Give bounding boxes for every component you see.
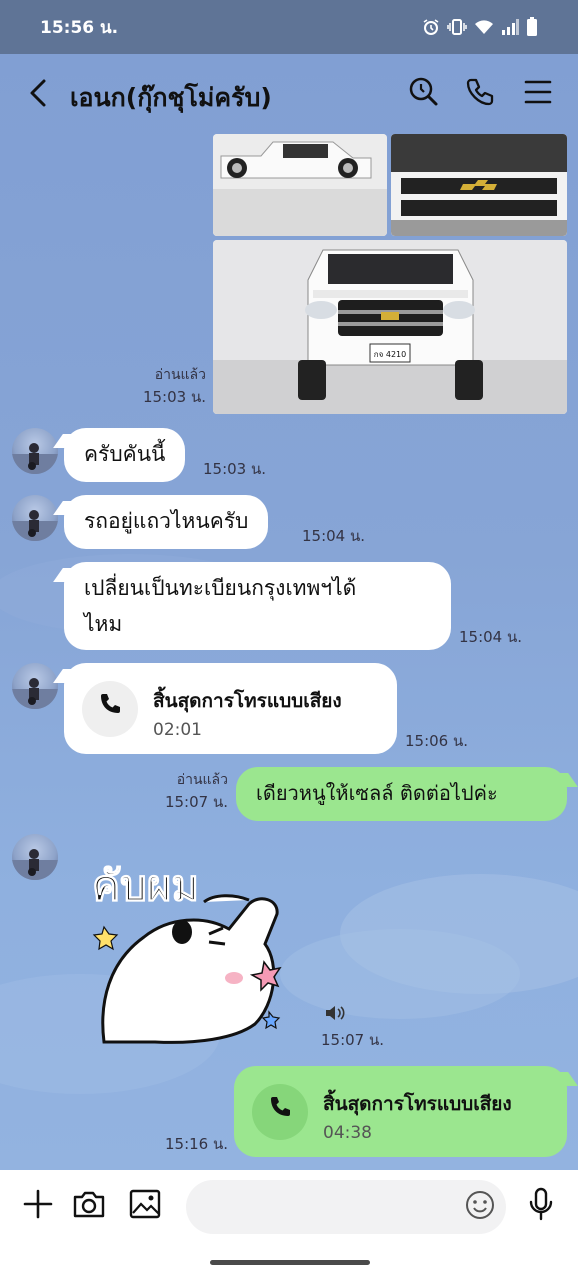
message-text-line: ไหม bbox=[84, 612, 123, 636]
message-time: 15:07 น. bbox=[321, 1031, 385, 1049]
menu-icon bbox=[524, 79, 552, 109]
message-bubble[interactable]: รถอยู่แถวไหนครับ bbox=[64, 495, 269, 549]
plus-icon bbox=[23, 1189, 53, 1223]
home-indicator[interactable] bbox=[210, 1260, 370, 1265]
message-time: 15:03 น. bbox=[142, 388, 206, 406]
wifi-icon bbox=[474, 19, 494, 35]
call-bubble-outgoing[interactable]: สิ้นสุดการโทรแบบเสียง 04:38 bbox=[234, 1066, 567, 1157]
vibrate-icon bbox=[447, 18, 467, 36]
message-time: 15:04 น. bbox=[302, 527, 366, 545]
phone-icon bbox=[268, 1094, 292, 1130]
search-icon bbox=[409, 77, 439, 111]
message-bubble[interactable]: ครับคันนี้ bbox=[64, 428, 186, 482]
message-input[interactable] bbox=[186, 1180, 506, 1234]
phone-icon bbox=[98, 691, 122, 727]
message-time: 15:04 น. bbox=[459, 628, 523, 646]
car-photo-front[interactable]: กจ 4210 bbox=[213, 240, 567, 414]
add-button[interactable] bbox=[18, 1186, 58, 1226]
car-photo-engine[interactable] bbox=[391, 134, 567, 236]
contact-avatar[interactable] bbox=[12, 663, 58, 709]
image-icon bbox=[129, 1189, 161, 1223]
message-text: เดียวหนูให้เซลล์ ติดต่อไปค่ะ bbox=[256, 781, 498, 805]
sound-icon[interactable] bbox=[324, 1004, 346, 1026]
camera-button[interactable] bbox=[69, 1186, 109, 1226]
call-bubble[interactable]: สิ้นสุดการโทรแบบเสียง 02:01 bbox=[64, 663, 397, 754]
message-time: 15:16 น. bbox=[165, 1135, 229, 1153]
emoji-icon bbox=[464, 1189, 496, 1225]
phone-icon bbox=[465, 77, 495, 111]
message-bubble[interactable]: เปลี่ยนเป็นทะเบียนกรุงเทพฯได้ ไหม bbox=[64, 562, 451, 650]
car-photo-side[interactable] bbox=[213, 134, 387, 236]
call-button[interactable] bbox=[462, 76, 498, 112]
message-time: 15:03 น. bbox=[203, 460, 267, 478]
read-receipt: อ่านแล้ว bbox=[176, 772, 228, 788]
contact-avatar[interactable] bbox=[12, 428, 58, 474]
gallery-button[interactable] bbox=[125, 1186, 165, 1226]
message-text: ครับคันนี้ bbox=[84, 442, 166, 466]
message-time: 15:07 น. bbox=[164, 793, 228, 811]
contact-avatar[interactable] bbox=[12, 495, 58, 541]
call-duration: 02:01 bbox=[153, 720, 202, 740]
photos-meta: อ่านแล้ว 15:03 น. bbox=[130, 364, 206, 408]
status-bar: 15:56 น. bbox=[0, 0, 578, 54]
call-icon-circle bbox=[82, 681, 138, 737]
read-receipt: อ่านแล้ว bbox=[154, 367, 206, 383]
back-button[interactable] bbox=[22, 78, 54, 112]
status-icons bbox=[422, 17, 538, 37]
call-duration: 04:38 bbox=[323, 1123, 372, 1143]
back-arrow-icon bbox=[28, 78, 48, 112]
battery-icon bbox=[526, 17, 538, 37]
license-plate: กจ 4210 bbox=[374, 350, 406, 359]
alarm-icon bbox=[422, 18, 440, 36]
voice-button[interactable] bbox=[521, 1186, 561, 1226]
reply-meta: อ่านแล้ว 15:07 น. bbox=[150, 769, 228, 813]
camera-icon bbox=[72, 1189, 106, 1223]
search-button[interactable] bbox=[406, 76, 442, 112]
message-time: 15:06 น. bbox=[405, 732, 469, 750]
signal-icon bbox=[501, 19, 519, 35]
status-time: 15:56 น. bbox=[40, 17, 119, 38]
message-text-line: เปลี่ยนเป็นทะเบียนกรุงเทพฯได้ bbox=[84, 576, 357, 600]
call-icon-circle bbox=[252, 1084, 308, 1140]
emoji-button[interactable] bbox=[460, 1187, 500, 1227]
message-text: รถอยู่แถวไหนครับ bbox=[84, 509, 249, 533]
mic-icon bbox=[528, 1187, 554, 1225]
contact-avatar[interactable] bbox=[12, 834, 58, 880]
message-bubble-outgoing[interactable]: เดียวหนูให้เซลล์ ติดต่อไปค่ะ bbox=[236, 767, 567, 821]
chat-title: เอนก(กุ๊กชุโม่ครับ) bbox=[70, 83, 272, 112]
menu-button[interactable] bbox=[520, 76, 556, 112]
sticker[interactable]: คับผม bbox=[84, 842, 294, 1046]
sticker-caption: คับผม bbox=[92, 861, 199, 910]
